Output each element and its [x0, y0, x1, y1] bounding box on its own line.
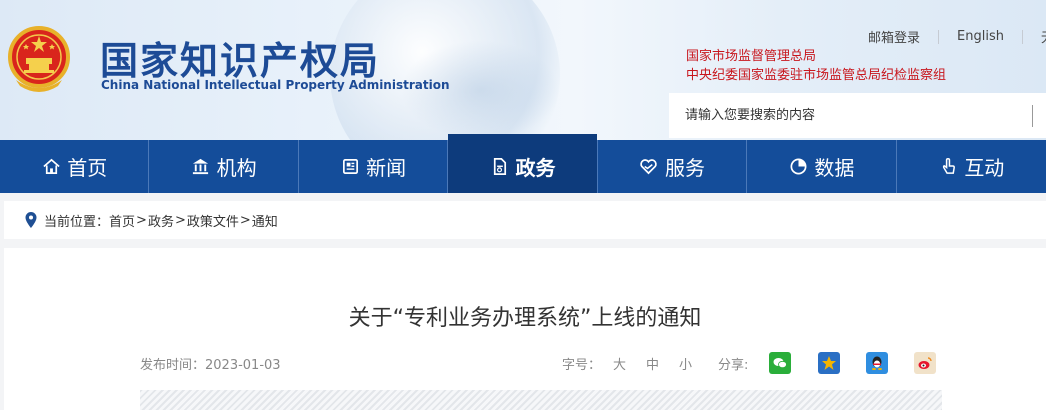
- nav-item-government-affairs[interactable]: 政务: [448, 134, 598, 193]
- nav-item-service[interactable]: 服务: [598, 140, 748, 193]
- qzone-icon: [822, 356, 836, 370]
- nav-item-news[interactable]: 新闻: [299, 140, 449, 193]
- pie-chart-icon: [788, 157, 808, 177]
- hand-pointer-icon: [938, 157, 958, 177]
- nav-label: 互动: [964, 156, 1005, 180]
- breadcrumb-item-home[interactable]: 首页: [109, 211, 135, 230]
- home-icon: [41, 157, 61, 177]
- institution-icon: [191, 157, 211, 177]
- national-emblem-icon: [8, 26, 70, 92]
- breadcrumb-prefix: 当前位置：: [44, 214, 110, 230]
- breadcrumb-item-government-affairs[interactable]: 政务: [148, 211, 174, 230]
- breadcrumb-separator: >: [239, 212, 251, 228]
- publish-date: 发布时间：2023-01-03: [140, 358, 281, 373]
- site-logo-english[interactable]: China National Intellectual Property Adm…: [101, 78, 450, 92]
- weibo-icon: [918, 357, 932, 369]
- article-panel: 关于“专利业务办理系统”上线的通知 发布时间：2023-01-03 字号： 大 …: [4, 248, 1046, 410]
- font-size-controls: 字号： 大 中 小: [562, 354, 692, 373]
- wechat-share-button[interactable]: [769, 352, 791, 374]
- search-divider: [1032, 105, 1033, 127]
- divider: [1021, 29, 1023, 44]
- breadcrumb-item-policy-documents[interactable]: 政策文件: [187, 211, 239, 230]
- font-size-medium-button[interactable]: 中: [646, 354, 659, 373]
- nav-label: 首页: [67, 156, 108, 180]
- breadcrumb-separator: >: [136, 212, 147, 228]
- search-input[interactable]: [669, 93, 1009, 138]
- location-pin-icon: [25, 212, 37, 228]
- nav-label: 机构: [216, 156, 257, 180]
- breadcrumb-item-notice[interactable]: 通知: [252, 211, 278, 230]
- news-icon: [340, 157, 360, 177]
- article-title: 关于“专利业务办理系统”上线的通知: [348, 306, 702, 331]
- qq-icon: [872, 356, 882, 370]
- nav-item-home[interactable]: 首页: [0, 140, 150, 193]
- share-label: 分享:: [718, 358, 749, 373]
- font-size-large-button[interactable]: 大: [613, 354, 626, 373]
- font-size-label: 字号：: [562, 358, 602, 373]
- qzone-share-button[interactable]: [818, 352, 840, 374]
- wechat-icon: [773, 358, 787, 369]
- nav-label: 新闻: [366, 156, 407, 180]
- nav-item-data[interactable]: 数据: [747, 140, 897, 193]
- mail-login-link[interactable]: 邮箱登录: [868, 27, 920, 46]
- nav-label: 数据: [814, 156, 855, 180]
- site-header: 国家知识产权局 China National Intellectual Prop…: [0, 0, 1046, 140]
- nav-label: 政务: [515, 156, 556, 180]
- breadcrumb-separator: >: [174, 212, 186, 228]
- accessibility-link[interactable]: 无: [1041, 27, 1046, 46]
- nav-label: 服务: [664, 156, 705, 180]
- service-heart-icon: [639, 157, 659, 177]
- english-link[interactable]: English: [957, 29, 1004, 44]
- org-link-samr[interactable]: 国家市场监督管理总局: [686, 47, 946, 66]
- document-icon: [490, 157, 510, 177]
- weibo-share-button[interactable]: [914, 352, 936, 374]
- top-links: 邮箱登录 English 无: [868, 27, 1046, 46]
- qq-share-button[interactable]: [866, 352, 888, 374]
- page: 国家知识产权局 China National Intellectual Prop…: [0, 0, 1046, 410]
- affiliated-orgs: 国家市场监督管理总局 中央纪委国家监委驻市场监管总局纪检监察组: [686, 47, 946, 85]
- main-nav: 首页 机构 新闻 政务 服务 数据 互动: [0, 134, 1046, 193]
- nav-item-interaction[interactable]: 互动: [897, 140, 1046, 193]
- content-divider: [140, 390, 942, 410]
- search-box: [669, 93, 1046, 138]
- org-link-discipline[interactable]: 中央纪委国家监委驻市场监管总局纪检监察组: [686, 66, 946, 85]
- breadcrumb: 当前位置： 首页 > 政务 > 政策文件 > 通知: [4, 201, 1046, 239]
- font-size-small-button[interactable]: 小: [679, 354, 692, 373]
- divider: [938, 29, 940, 44]
- site-logo-chinese[interactable]: 国家知识产权局: [100, 30, 380, 85]
- nav-item-institution[interactable]: 机构: [149, 140, 299, 193]
